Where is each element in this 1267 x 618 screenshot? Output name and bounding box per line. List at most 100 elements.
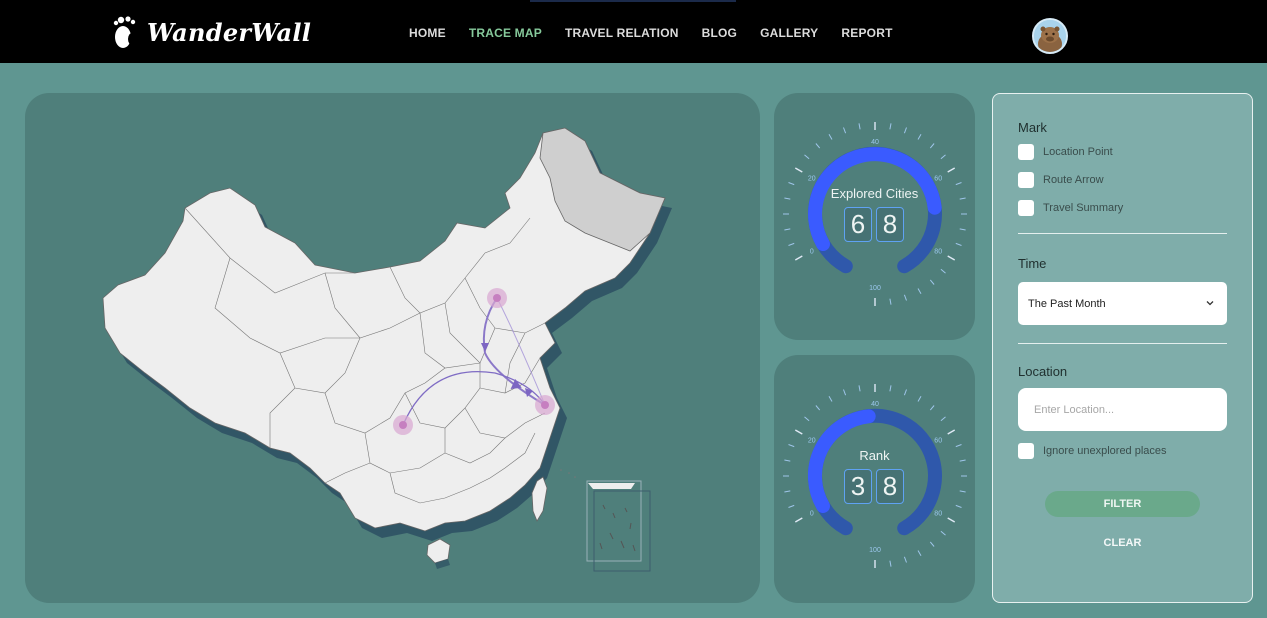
gauge-digit: 6	[844, 207, 872, 242]
nav-travel-relation[interactable]: TRAVEL RELATION	[565, 26, 679, 40]
top-navbar: WanderWall HOME TRACE MAP TRAVEL RELATIO…	[0, 0, 1267, 63]
checkbox-route-arrow[interactable]: Route Arrow	[1018, 172, 1104, 188]
gauge-major-tick	[794, 429, 803, 435]
gauge-minor-tick	[955, 504, 962, 508]
gauge-tick-label: 60	[934, 176, 942, 183]
checkbox-ignore-unexplored[interactable]: Ignore unexplored places	[1018, 443, 1167, 459]
gauge-tick-label: 80	[934, 511, 942, 518]
user-avatar[interactable]	[1032, 18, 1068, 54]
gauge-minor-tick	[804, 154, 810, 160]
time-select[interactable]: The Past Month	[1018, 282, 1227, 325]
gauge-minor-tick	[828, 396, 833, 402]
gauge-major-tick	[794, 167, 803, 173]
gauge-minor-tick	[889, 560, 892, 567]
checkbox-box[interactable]	[1018, 200, 1034, 216]
location-title: Location	[1018, 364, 1068, 379]
gauge-minor-tick	[917, 396, 922, 402]
gauge-minor-tick	[788, 242, 795, 246]
gauge-minor-tick	[940, 154, 946, 160]
gauge-minor-tick	[843, 389, 847, 396]
gauge-tick-label: 100	[869, 285, 881, 292]
gauge-minor-tick	[917, 288, 922, 294]
gauge-minor-tick	[889, 123, 892, 130]
gauge-major-tick	[947, 429, 956, 435]
gauge-minor-tick	[929, 279, 935, 285]
gauge-tick-label: 40	[871, 139, 879, 146]
gauge-major-tick	[794, 517, 803, 523]
gauge-tick-label: 100	[869, 547, 881, 554]
gauge-major-tick	[794, 255, 803, 261]
china-map[interactable]	[25, 93, 760, 603]
gauge-minor-tick	[903, 389, 907, 396]
gauge-digits: 3 8	[844, 469, 908, 504]
nav-menu: HOME TRACE MAP TRAVEL RELATION BLOG GALL…	[409, 26, 916, 40]
gauge-minor-tick	[955, 182, 962, 186]
gauge-minor-tick	[784, 228, 791, 231]
gauge-major-tick	[947, 255, 956, 261]
nav-gallery[interactable]: GALLERY	[760, 26, 818, 40]
gauge-minor-tick	[858, 123, 861, 130]
gauge-minor-tick	[940, 416, 946, 422]
mark-title: Mark	[1018, 120, 1047, 135]
gauge-digits: 6 8	[844, 207, 908, 242]
gauge-minor-tick	[788, 504, 795, 508]
gauge-minor-tick	[929, 405, 935, 411]
nav-blog[interactable]: BLOG	[702, 26, 737, 40]
gauge-minor-tick	[815, 143, 821, 149]
gauge-digit: 8	[876, 469, 904, 504]
checkbox-travel-summary[interactable]: Travel Summary	[1018, 200, 1123, 216]
checkbox-location-point[interactable]: Location Point	[1018, 144, 1113, 160]
gauge-tick-label: 40	[871, 401, 879, 408]
gauge-minor-tick	[917, 550, 922, 556]
gauge-tick-label: 60	[934, 438, 942, 445]
rank-gauge-panel: 0 20 40 60 80 100 Rank 3 8	[774, 355, 975, 603]
checkbox-label: Ignore unexplored places	[1043, 445, 1167, 457]
checkbox-label: Location Point	[1043, 146, 1113, 158]
gauge-minor-tick	[815, 405, 821, 411]
trace-map-panel[interactable]	[25, 93, 760, 603]
divider	[1018, 233, 1227, 234]
checkbox-box[interactable]	[1018, 172, 1034, 188]
gauge-minor-tick	[940, 530, 946, 536]
nav-home[interactable]: HOME	[409, 26, 446, 40]
filter-button[interactable]: FILTER	[1045, 491, 1200, 517]
gauge-minor-tick	[788, 444, 795, 448]
gauge-minor-tick	[804, 416, 810, 422]
gauge-tick-label: 20	[808, 438, 816, 445]
explored-cities-gauge-panel: 0 20 40 60 80 100 Explored Cities 6 8	[774, 93, 975, 340]
gauge-major-tick	[947, 167, 956, 173]
location-input[interactable]	[1018, 388, 1227, 431]
gauge-tick-label: 0	[810, 249, 814, 256]
gauge-title: Explored Cities	[830, 186, 919, 201]
nav-report[interactable]: REPORT	[841, 26, 892, 40]
gauge-minor-tick	[959, 228, 966, 231]
gauge-minor-tick	[929, 143, 935, 149]
gauge-minor-tick	[955, 242, 962, 246]
nav-indicator	[530, 0, 736, 2]
gauge-minor-tick	[940, 268, 946, 274]
gauge-minor-tick	[903, 294, 907, 301]
gauge-minor-tick	[828, 134, 833, 140]
filter-panel: Mark Location Point Route Arrow Travel S…	[992, 93, 1253, 603]
gauge-minor-tick	[929, 541, 935, 547]
gauge-minor-tick	[959, 490, 966, 493]
hainan-island	[426, 538, 451, 564]
brand-name: WanderWall	[147, 17, 312, 47]
checkbox-box[interactable]	[1018, 443, 1034, 459]
clear-button[interactable]: CLEAR	[1045, 530, 1200, 556]
time-select-value: The Past Month	[1028, 297, 1106, 310]
gauge-tick-label: 20	[808, 176, 816, 183]
gauge-tick-label: 80	[934, 249, 942, 256]
checkbox-box[interactable]	[1018, 144, 1034, 160]
gauge-minor-tick	[858, 385, 861, 392]
gauge-title: Rank	[859, 448, 890, 463]
brand-logo[interactable]: WanderWall	[110, 14, 311, 50]
time-title: Time	[1018, 256, 1047, 271]
checkbox-label: Route Arrow	[1043, 174, 1104, 186]
nav-trace-map[interactable]: TRACE MAP	[469, 26, 542, 40]
chevron-down-icon	[1206, 301, 1214, 306]
gauge-minor-tick	[903, 556, 907, 563]
gauge-digit: 8	[876, 207, 904, 242]
gauge-minor-tick	[955, 444, 962, 448]
capybara-avatar-icon	[1034, 20, 1066, 52]
